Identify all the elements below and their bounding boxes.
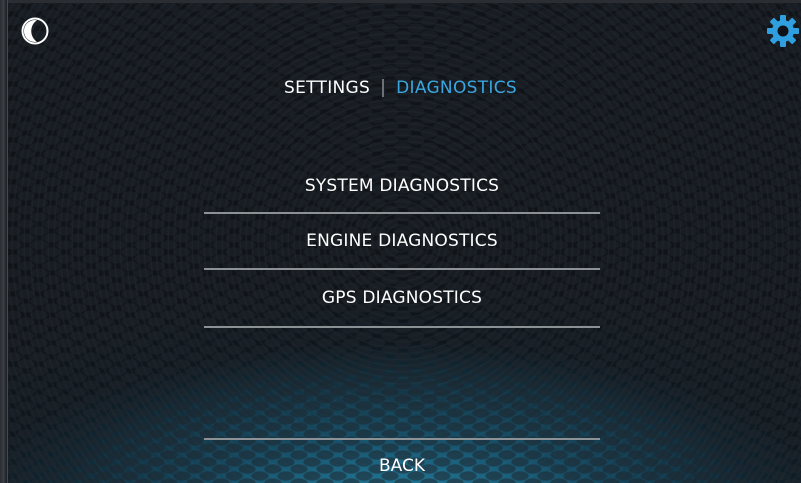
breadcrumb-diagnostics: DIAGNOSTICS [396, 78, 517, 98]
menu-item-system-diagnostics[interactable]: SYSTEM DIAGNOSTICS [204, 160, 600, 214]
breadcrumb-separator [382, 79, 385, 97]
moon-icon [21, 17, 49, 45]
diagnostics-screen: SETTINGS DIAGNOSTICS SYSTEM DIAGNOSTICS … [0, 0, 801, 483]
back-button[interactable]: BACK [204, 438, 600, 483]
breadcrumb-settings[interactable]: SETTINGS [284, 78, 370, 98]
settings-button[interactable] [766, 14, 800, 48]
menu-item-gps-diagnostics[interactable]: GPS DIAGNOSTICS [204, 270, 600, 328]
gear-icon [767, 15, 799, 47]
breadcrumb: SETTINGS DIAGNOSTICS [0, 78, 801, 98]
left-bezel [0, 0, 8, 483]
top-bezel [0, 0, 801, 3]
night-mode-button[interactable] [20, 16, 50, 46]
menu-item-engine-diagnostics[interactable]: ENGINE DIAGNOSTICS [204, 214, 600, 270]
diagnostics-menu: SYSTEM DIAGNOSTICS ENGINE DIAGNOSTICS GP… [204, 160, 600, 328]
